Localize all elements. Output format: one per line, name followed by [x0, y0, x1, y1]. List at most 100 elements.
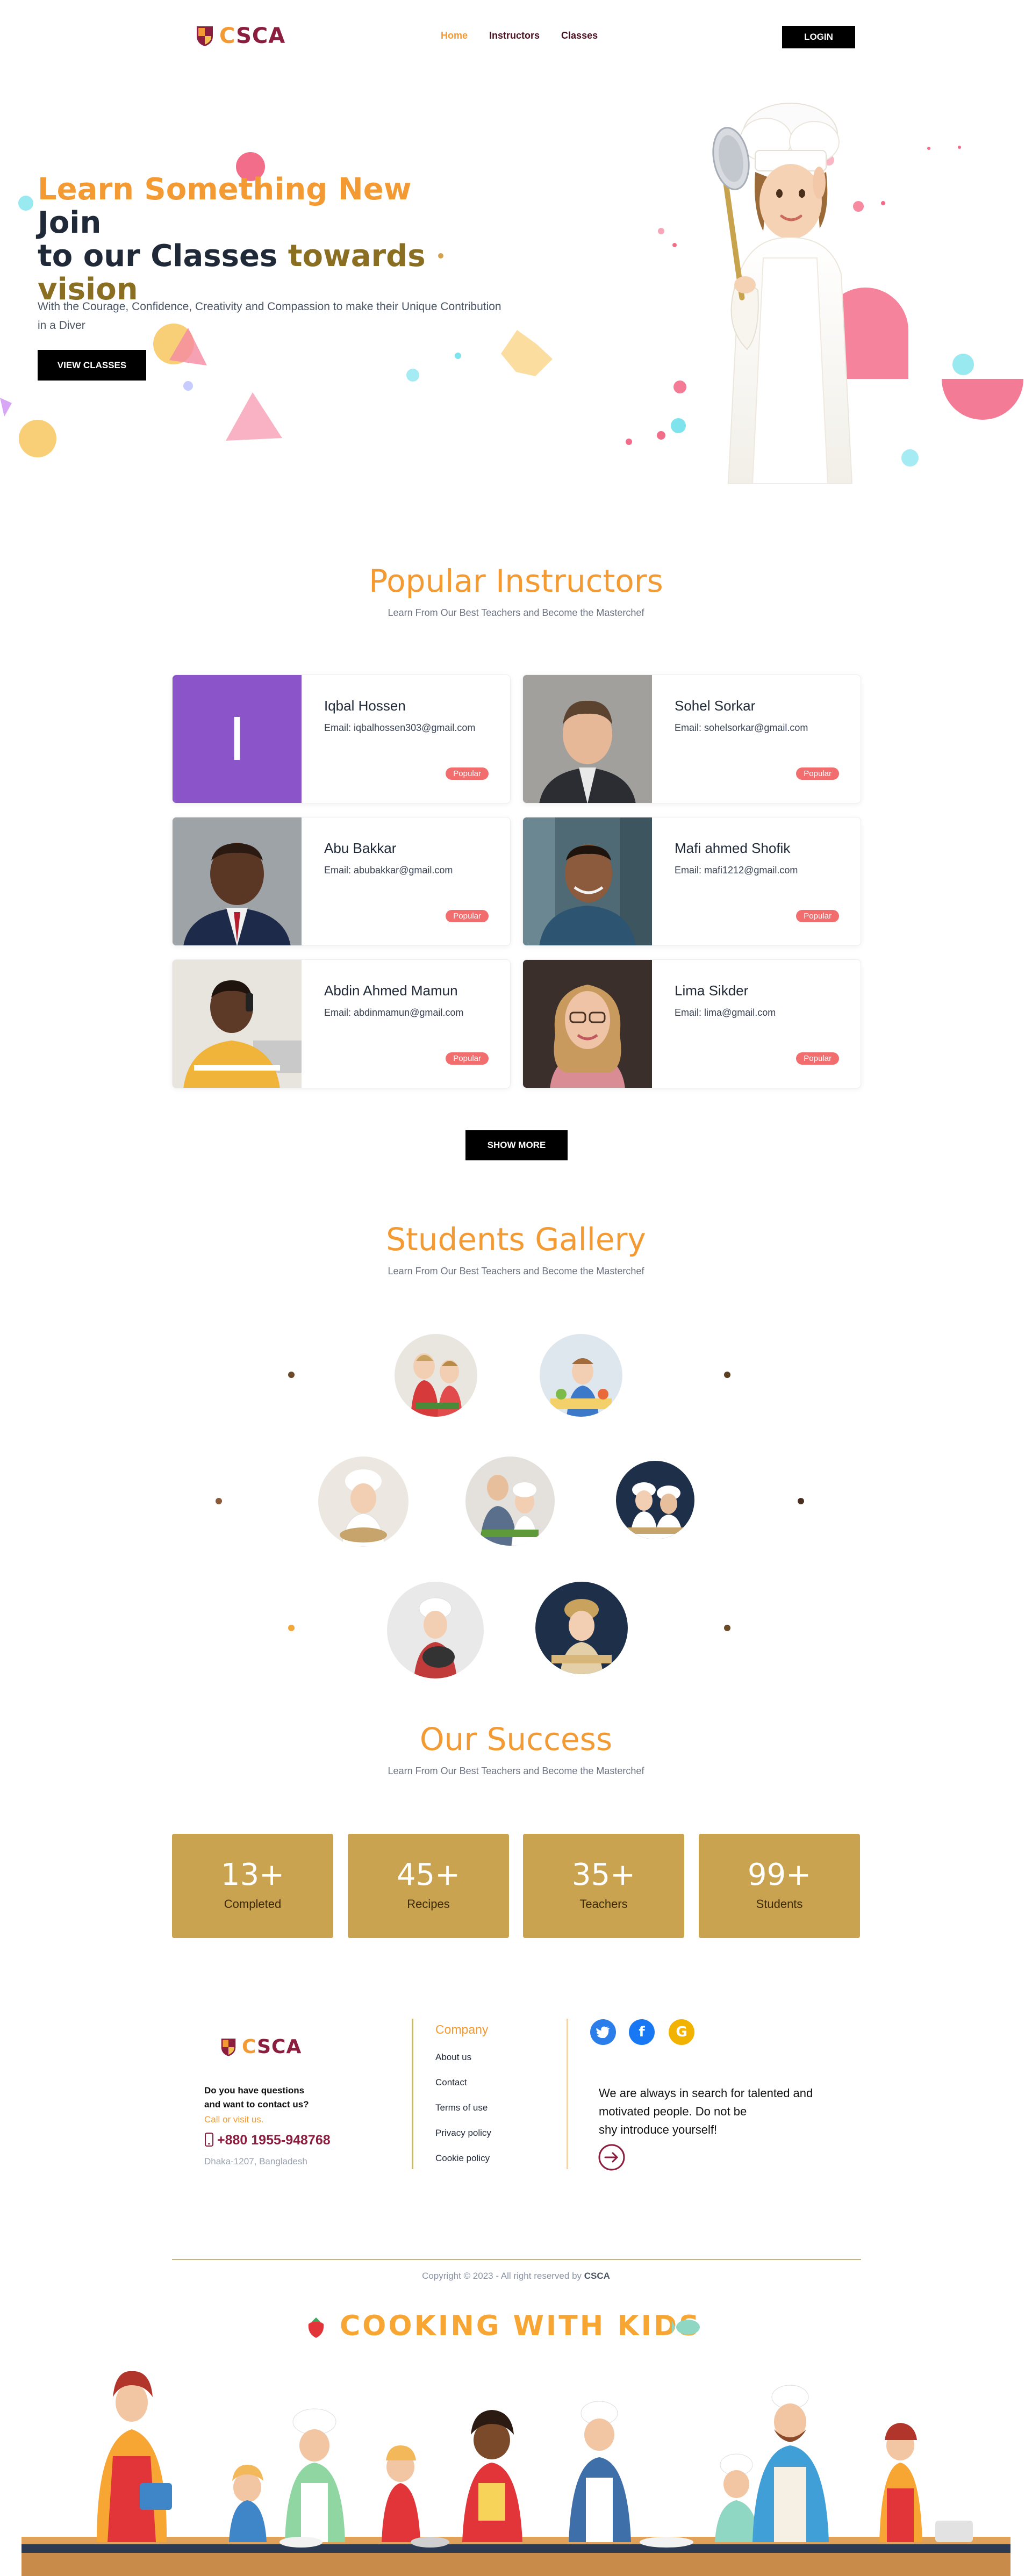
- footer-rule: [172, 2259, 861, 2260]
- footer-logo[interactable]: CSCA: [220, 2036, 302, 2058]
- instructor-email: Email: iqbalhossen303@gmail.com: [324, 722, 476, 733]
- instructor-card[interactable]: Sohel Sorkar Email: sohelsorkar@gmail.co…: [522, 675, 861, 803]
- stat-card: 45+ Recipes: [348, 1834, 509, 1938]
- gallery-photo[interactable]: [540, 1334, 622, 1417]
- footer-link-privacy[interactable]: Privacy policy: [435, 2128, 491, 2139]
- brand-rest: SCA: [236, 24, 286, 48]
- stat-number: 35+: [571, 1857, 636, 1892]
- fish-icon: [672, 2320, 700, 2335]
- gallery-dot: [288, 1372, 295, 1378]
- success-title: Our Success: [419, 1721, 613, 1757]
- popular-badge: Popular: [796, 1052, 839, 1065]
- copyright-text: Copyright © 2023 - All right reserved by: [422, 2271, 584, 2281]
- instructor-card[interactable]: Abdin Ahmed Mamun Email: abdinmamun@gmai…: [172, 959, 511, 1088]
- popular-badge: Popular: [796, 910, 839, 922]
- nav-instructors[interactable]: Instructors: [489, 30, 540, 41]
- footer-divider: [567, 2019, 568, 2169]
- hero-title: Learn Something New Join to our Classes …: [38, 173, 446, 306]
- copyright-brand: CSCA: [584, 2271, 610, 2281]
- footer-phone-link[interactable]: +880 1955-948768: [217, 2133, 331, 2148]
- nav-classes[interactable]: Classes: [561, 30, 598, 41]
- kids-cooking-illustration: [22, 2371, 1010, 2576]
- gallery-dot: [724, 1625, 730, 1631]
- shield-logo-icon: [221, 2038, 236, 2056]
- gallery-dot: [724, 1372, 730, 1378]
- gallery-photo[interactable]: [395, 1334, 477, 1417]
- instructor-name: Sohel Sorkar: [675, 698, 756, 714]
- hero-title-part: to our Classes: [38, 239, 278, 274]
- hero-title-part: Join: [38, 205, 102, 240]
- popular-badge: Popular: [446, 910, 489, 922]
- footer-link-terms[interactable]: Terms of use: [435, 2103, 488, 2113]
- footer-call-label: Call or visit us.: [204, 2114, 264, 2125]
- instructor-card[interactable]: Abu Bakkar Email: abubakkar@gmail.com Po…: [172, 817, 511, 946]
- gallery-photo[interactable]: [465, 1456, 555, 1546]
- footer-link-cookie[interactable]: Cookie policy: [435, 2153, 490, 2164]
- instructor-name: Mafi ahmed Shofik: [675, 840, 791, 856]
- instructor-card[interactable]: I Iqbal Hossen Email: iqbalhossen303@gma…: [172, 675, 511, 803]
- instructors-subtitle: Learn From Our Best Teachers and Become …: [388, 607, 644, 618]
- instructor-email: Email: sohelsorkar@gmail.com: [675, 722, 808, 733]
- instructor-photo: [523, 960, 652, 1088]
- stat-number: 99+: [747, 1857, 812, 1892]
- footer-brand: CSCA: [242, 2036, 302, 2058]
- gallery-subtitle: Learn From Our Best Teachers and Become …: [388, 1266, 644, 1276]
- instructor-photo: [173, 960, 302, 1088]
- gallery-photo[interactable]: [535, 1582, 628, 1674]
- stat-number: 45+: [396, 1857, 461, 1892]
- phone-icon: [205, 2133, 213, 2147]
- footer-link-about[interactable]: About us: [435, 2052, 471, 2063]
- instructor-email: Email: abubakkar@gmail.com: [324, 865, 453, 876]
- gallery-photo[interactable]: [387, 1582, 484, 1678]
- popular-badge: Popular: [446, 1052, 489, 1065]
- footer-pitch: We are always in search for talented and: [599, 2086, 813, 2100]
- nav-home[interactable]: Home: [441, 30, 468, 41]
- instructor-email: Email: lima@gmail.com: [675, 1007, 776, 1018]
- navbar: CSCA Home Instructors Classes LOGIN: [0, 0, 1032, 75]
- arrow-right-circle-icon[interactable]: [598, 2143, 626, 2171]
- stat-label: Teachers: [579, 1897, 628, 1911]
- instructor-name: Iqbal Hossen: [324, 698, 406, 714]
- view-classes-button[interactable]: VIEW CLASSES: [38, 350, 146, 381]
- instructor-photo: [523, 817, 652, 945]
- gallery-dot: [288, 1625, 295, 1631]
- google-icon[interactable]: G: [669, 2019, 694, 2045]
- show-more-button[interactable]: SHOW MORE: [465, 1130, 568, 1160]
- footer-pitch: motivated people. Do not be: [599, 2105, 747, 2118]
- footer-link-contact[interactable]: Contact: [435, 2077, 467, 2088]
- instructor-email: Email: abdinmamun@gmail.com: [324, 1007, 464, 1018]
- login-button[interactable]: LOGIN: [782, 26, 855, 48]
- instructor-name: Abu Bakkar: [324, 840, 397, 856]
- footer-pitch: shy introduce yourself!: [599, 2123, 718, 2136]
- instructor-avatar: I: [173, 675, 302, 803]
- instructor-card[interactable]: Mafi ahmed Shofik Email: mafi1212@gmail.…: [522, 817, 861, 946]
- gallery-title: Students Gallery: [386, 1221, 646, 1258]
- instructor-email: Email: mafi1212@gmail.com: [675, 865, 798, 876]
- footer-divider: [412, 2019, 413, 2169]
- twitter-icon[interactable]: [590, 2019, 616, 2045]
- child-chef-image: [712, 103, 853, 484]
- avatar-initial: I: [228, 705, 246, 774]
- instructor-photo: [523, 675, 652, 803]
- nav-links: Home Instructors Classes: [441, 30, 598, 41]
- brand-name: CSCA: [219, 24, 286, 48]
- stat-card: 13+ Completed: [172, 1834, 333, 1938]
- gallery-photo[interactable]: [318, 1456, 408, 1547]
- site-logo[interactable]: CSCA: [196, 24, 285, 48]
- hero-subtitle: With the Courage, Confidence, Creativity…: [38, 300, 501, 332]
- copyright: Copyright © 2023 - All right reserved by…: [0, 2271, 1032, 2281]
- banner-title: COOKING WITH KIDS: [340, 2310, 701, 2342]
- stat-label: Completed: [224, 1897, 282, 1911]
- instructor-photo: [173, 817, 302, 945]
- instructors-title: Popular Instructors: [369, 563, 663, 599]
- gallery-photo[interactable]: [616, 1461, 694, 1539]
- company-heading: Company: [435, 2022, 489, 2036]
- instructor-card[interactable]: Lima Sikder Email: lima@gmail.com Popula…: [522, 959, 861, 1088]
- strawberry-icon: [308, 2317, 324, 2338]
- success-subtitle: Learn From Our Best Teachers and Become …: [388, 1766, 644, 1776]
- hero-title-highlight: Learn Something New: [38, 172, 412, 207]
- banner-word: WITH: [513, 2310, 606, 2342]
- stat-card: 99+ Students: [699, 1834, 860, 1938]
- facebook-icon[interactable]: f: [629, 2019, 655, 2045]
- banner-word: COOKING: [340, 2310, 501, 2342]
